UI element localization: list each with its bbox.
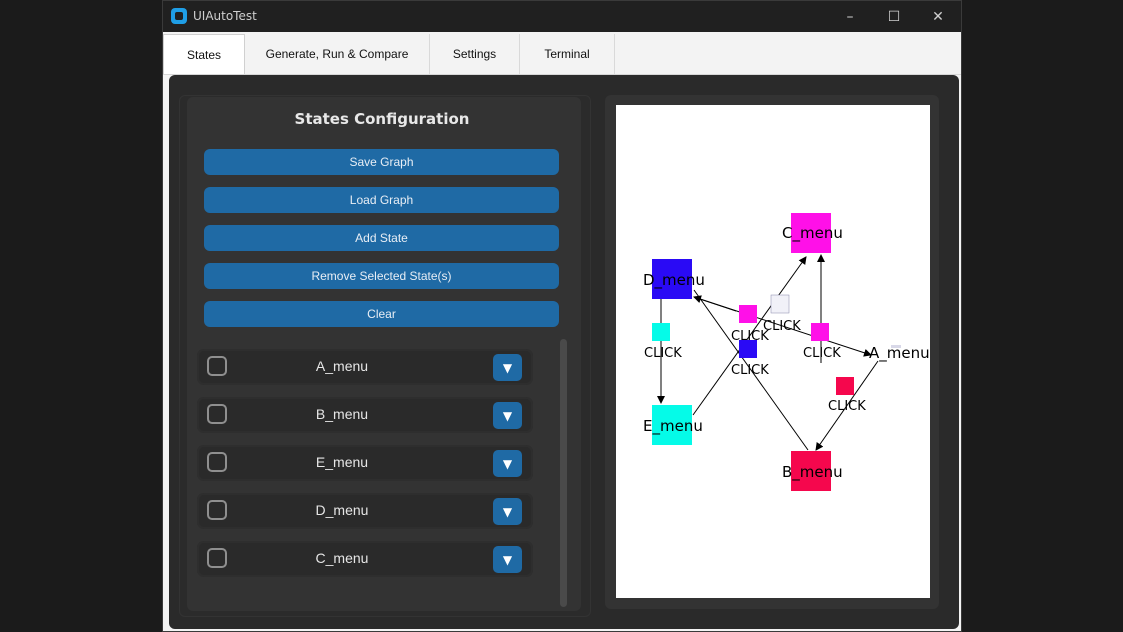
chevron-down-icon[interactable]: ▼ <box>493 354 522 381</box>
state-checkbox[interactable] <box>207 452 227 472</box>
maximize-icon[interactable]: ☐ <box>871 1 917 32</box>
state-row: E_menu ▼ <box>197 445 533 481</box>
chevron-down-icon[interactable]: ▼ <box>493 546 522 573</box>
app-window: UIAutoTest – ☐ ✕ States Generate, Run & … <box>162 0 962 632</box>
app-icon <box>171 8 187 24</box>
edge-label: CLICK <box>644 346 682 361</box>
chevron-down-icon[interactable]: ▼ <box>493 402 522 429</box>
graph-canvas[interactable]: C_menu D_menu E_menu B_menu A_menu CLICK… <box>616 105 930 598</box>
tab-settings[interactable]: Settings <box>430 34 520 74</box>
clear-button[interactable]: Clear <box>204 301 559 327</box>
edge-thumbnail <box>739 340 757 358</box>
edge-thumbnail <box>739 305 757 323</box>
graph-node-label: B_menu <box>782 463 843 482</box>
state-checkbox[interactable] <box>207 548 227 568</box>
remove-selected-states-button[interactable]: Remove Selected State(s) <box>204 263 559 289</box>
tab-generate-run-compare[interactable]: Generate, Run & Compare <box>245 34 430 74</box>
edge-label: CLICK <box>731 363 769 378</box>
states-panel-inner: States Configuration Save Graph Load Gra… <box>187 97 581 611</box>
state-row: D_menu ▼ <box>197 493 533 529</box>
minimize-icon[interactable]: – <box>827 1 873 32</box>
state-label: A_menu <box>315 358 369 374</box>
edge-label: CLICK <box>763 319 801 334</box>
edge-thumbnail <box>770 294 790 314</box>
state-label: B_menu <box>315 406 369 422</box>
edge-thumbnail <box>652 323 670 341</box>
state-row: A_menu ▼ <box>197 349 533 385</box>
close-icon[interactable]: ✕ <box>915 1 961 32</box>
state-row: C_menu ▼ <box>197 541 533 577</box>
graph-node-label: A_menu <box>869 344 930 363</box>
state-checkbox[interactable] <box>207 404 227 424</box>
state-label: E_menu <box>315 454 369 470</box>
graph-node-label: C_menu <box>782 224 843 243</box>
edge-thumbnail <box>836 377 854 395</box>
title-bar: UIAutoTest – ☐ ✕ <box>163 1 961 32</box>
graph-panel: C_menu D_menu E_menu B_menu A_menu CLICK… <box>605 95 939 609</box>
panel-title: States Configuration <box>294 110 470 128</box>
tab-bar: States Generate, Run & Compare Settings … <box>163 32 961 75</box>
load-graph-button[interactable]: Load Graph <box>204 187 559 213</box>
chevron-down-icon[interactable]: ▼ <box>493 450 522 477</box>
edge-label: CLICK <box>828 399 866 414</box>
state-checkbox[interactable] <box>207 500 227 520</box>
edge-thumbnail <box>811 323 829 341</box>
graph-node-label: E_menu <box>643 417 703 436</box>
states-list: A_menu ▼ B_menu ▼ E_menu ▼ D_menu ▼ C_me… <box>197 349 535 579</box>
tab-states[interactable]: States <box>163 34 245 74</box>
save-graph-button[interactable]: Save Graph <box>204 149 559 175</box>
tab-content: States Configuration Save Graph Load Gra… <box>169 75 959 629</box>
graph-node-label: D_menu <box>643 271 705 290</box>
edge-label: CLICK <box>803 346 841 361</box>
state-checkbox[interactable] <box>207 356 227 376</box>
states-scrollbar[interactable] <box>560 339 567 607</box>
state-label: C_menu <box>315 550 369 566</box>
state-label: D_menu <box>315 502 369 518</box>
window-title: UIAutoTest <box>193 9 257 23</box>
chevron-down-icon[interactable]: ▼ <box>493 498 522 525</box>
tab-terminal[interactable]: Terminal <box>520 34 615 74</box>
states-panel: States Configuration Save Graph Load Gra… <box>179 95 591 617</box>
state-row: B_menu ▼ <box>197 397 533 433</box>
state-graph: C_menu D_menu E_menu B_menu A_menu CLICK… <box>643 213 930 491</box>
add-state-button[interactable]: Add State <box>204 225 559 251</box>
